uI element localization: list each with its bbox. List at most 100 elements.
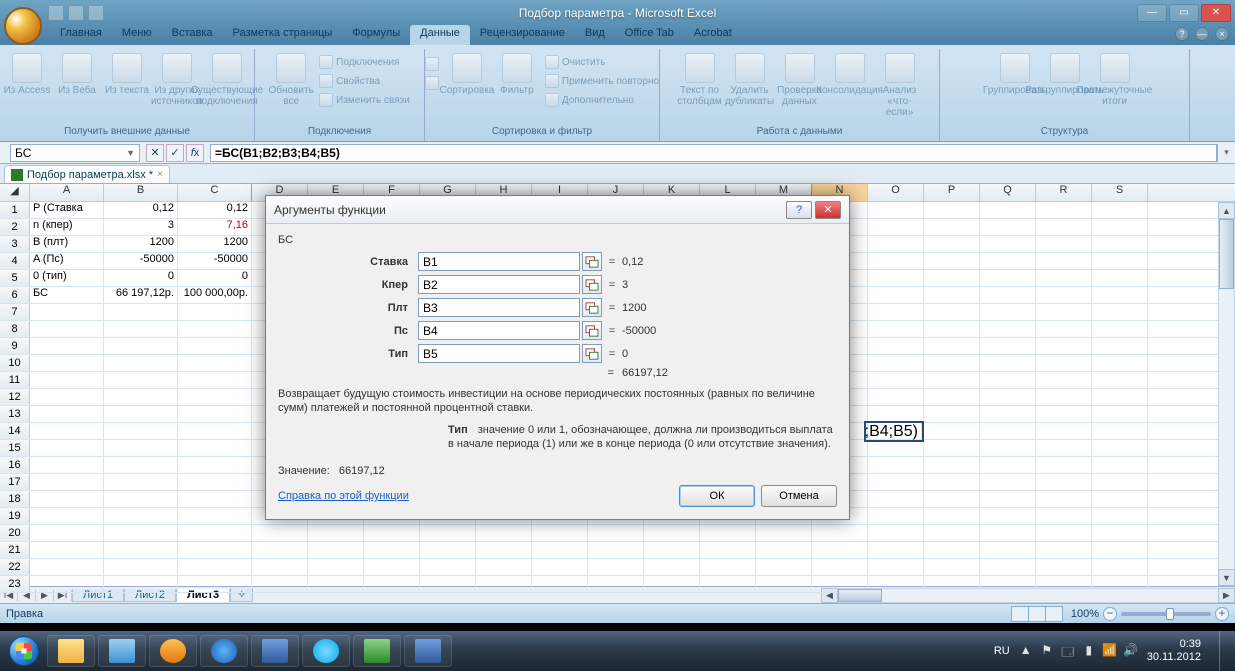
cell-A9[interactable] [30,338,104,354]
cell-A4[interactable]: A (Пс) [30,253,104,269]
cell-Q19[interactable] [980,508,1036,524]
cell-A23[interactable] [30,576,104,592]
dialog-ok-button[interactable]: ОК [679,485,755,507]
cell-F21[interactable] [364,542,420,558]
cell-Q18[interactable] [980,491,1036,507]
cell-A14[interactable] [30,423,104,439]
cell-B22[interactable] [104,559,178,575]
cell-O1[interactable] [868,202,924,218]
cell-P9[interactable] [924,338,980,354]
cell-A7[interactable] [30,304,104,320]
cell-Q3[interactable] [980,236,1036,252]
formula-input[interactable]: =БС(B1;B2;B3;B4;B5) [210,144,1217,162]
cell-Q21[interactable] [980,542,1036,558]
ribbon-tab-формулы[interactable]: Формулы [342,25,410,45]
cell-B16[interactable] [104,457,178,473]
cell-K21[interactable] [644,542,700,558]
row-header-19[interactable]: 19 [0,508,30,524]
column-header-S[interactable]: S [1092,184,1148,201]
taskbar-explorer-button[interactable] [47,635,95,667]
cell-D22[interactable] [252,559,308,575]
column-header-B[interactable]: B [104,184,178,201]
cell-B15[interactable] [104,440,178,456]
cell-R3[interactable] [1036,236,1092,252]
cell-I23[interactable] [532,576,588,592]
cell-E23[interactable] [308,576,364,592]
cell-S18[interactable] [1092,491,1148,507]
cell-S14[interactable] [1092,423,1148,439]
cell-O18[interactable] [868,491,924,507]
cell-P19[interactable] [924,508,980,524]
cell-C23[interactable] [178,576,252,592]
cell-R21[interactable] [1036,542,1092,558]
cell-P14[interactable] [924,423,980,439]
row-header-15[interactable]: 15 [0,440,30,456]
cell-A12[interactable] [30,389,104,405]
cell-I20[interactable] [532,525,588,541]
cell-C1[interactable]: 0,12 [178,202,252,218]
column-header-C[interactable]: C [178,184,252,201]
zoom-slider[interactable] [1121,612,1211,616]
cell-S2[interactable] [1092,219,1148,235]
cell-P5[interactable] [924,270,980,286]
ribbon-filter[interactable]: Фильтр [493,51,541,96]
scroll-up-arrow[interactable]: ▲ [1218,202,1235,219]
cell-R12[interactable] [1036,389,1092,405]
cell-Q12[interactable] [980,389,1036,405]
cell-C7[interactable] [178,304,252,320]
cell-O7[interactable] [868,304,924,320]
ribbon-filt-2[interactable]: Дополнительно [543,91,661,109]
cell-D20[interactable] [252,525,308,541]
qat-undo-icon[interactable] [68,5,84,21]
ribbon-getdata-4[interactable]: Существующие подключения [203,51,251,107]
row-header-7[interactable]: 7 [0,304,30,320]
taskbar-ie-button[interactable] [200,635,248,667]
row-header-9[interactable]: 9 [0,338,30,354]
cell-H23[interactable] [476,576,532,592]
row-header-4[interactable]: 4 [0,253,30,269]
window-minimize-button[interactable]: — [1137,4,1167,22]
cell-O22[interactable] [868,559,924,575]
cell-C12[interactable] [178,389,252,405]
cell-S11[interactable] [1092,372,1148,388]
cell-F22[interactable] [364,559,420,575]
cell-E22[interactable] [308,559,364,575]
ribbon-refresh-all[interactable]: Обновить все [267,51,315,107]
row-header-18[interactable]: 18 [0,491,30,507]
ribbon-conn-0[interactable]: Подключения [317,53,412,71]
ribbon-tab-рецензирование[interactable]: Рецензирование [470,25,575,45]
cell-H21[interactable] [476,542,532,558]
start-button[interactable] [4,635,44,667]
cell-A6[interactable]: БС [30,287,104,303]
cell-G22[interactable] [420,559,476,575]
ribbon-help-icon[interactable]: ? [1175,27,1189,41]
cell-P21[interactable] [924,542,980,558]
ribbon-getdata-1[interactable]: Из Веба [53,51,101,96]
cell-J22[interactable] [588,559,644,575]
cell-C13[interactable] [178,406,252,422]
cell-B8[interactable] [104,321,178,337]
cell-R20[interactable] [1036,525,1092,541]
cell-N21[interactable] [812,542,868,558]
cell-P20[interactable] [924,525,980,541]
column-header-P[interactable]: P [924,184,980,201]
row-header-16[interactable]: 16 [0,457,30,473]
cell-R4[interactable] [1036,253,1092,269]
cell-H20[interactable] [476,525,532,541]
cell-S8[interactable] [1092,321,1148,337]
arg-input-4[interactable] [418,344,580,363]
cell-O3[interactable] [868,236,924,252]
cell-P18[interactable] [924,491,980,507]
cell-Q20[interactable] [980,525,1036,541]
taskbar-word-button[interactable] [251,635,299,667]
cell-A10[interactable] [30,355,104,371]
cell-A16[interactable] [30,457,104,473]
cell-B9[interactable] [104,338,178,354]
cell-A21[interactable] [30,542,104,558]
cell-G20[interactable] [420,525,476,541]
cell-R7[interactable] [1036,304,1092,320]
taskbar-excel-button[interactable] [353,635,401,667]
cell-A11[interactable] [30,372,104,388]
cell-P3[interactable] [924,236,980,252]
cell-Q6[interactable] [980,287,1036,303]
